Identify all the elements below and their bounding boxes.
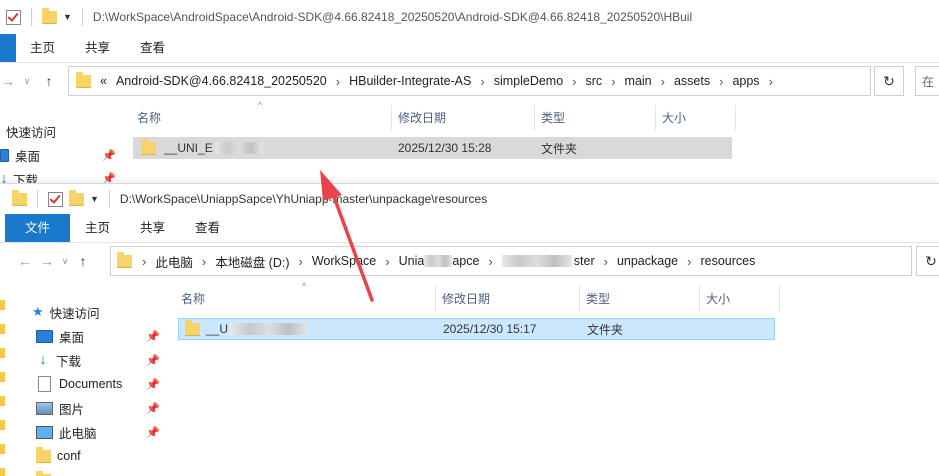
arrow-head xyxy=(320,170,342,201)
arrow-shaft xyxy=(330,186,372,300)
red-arrow-annotation xyxy=(0,0,939,475)
